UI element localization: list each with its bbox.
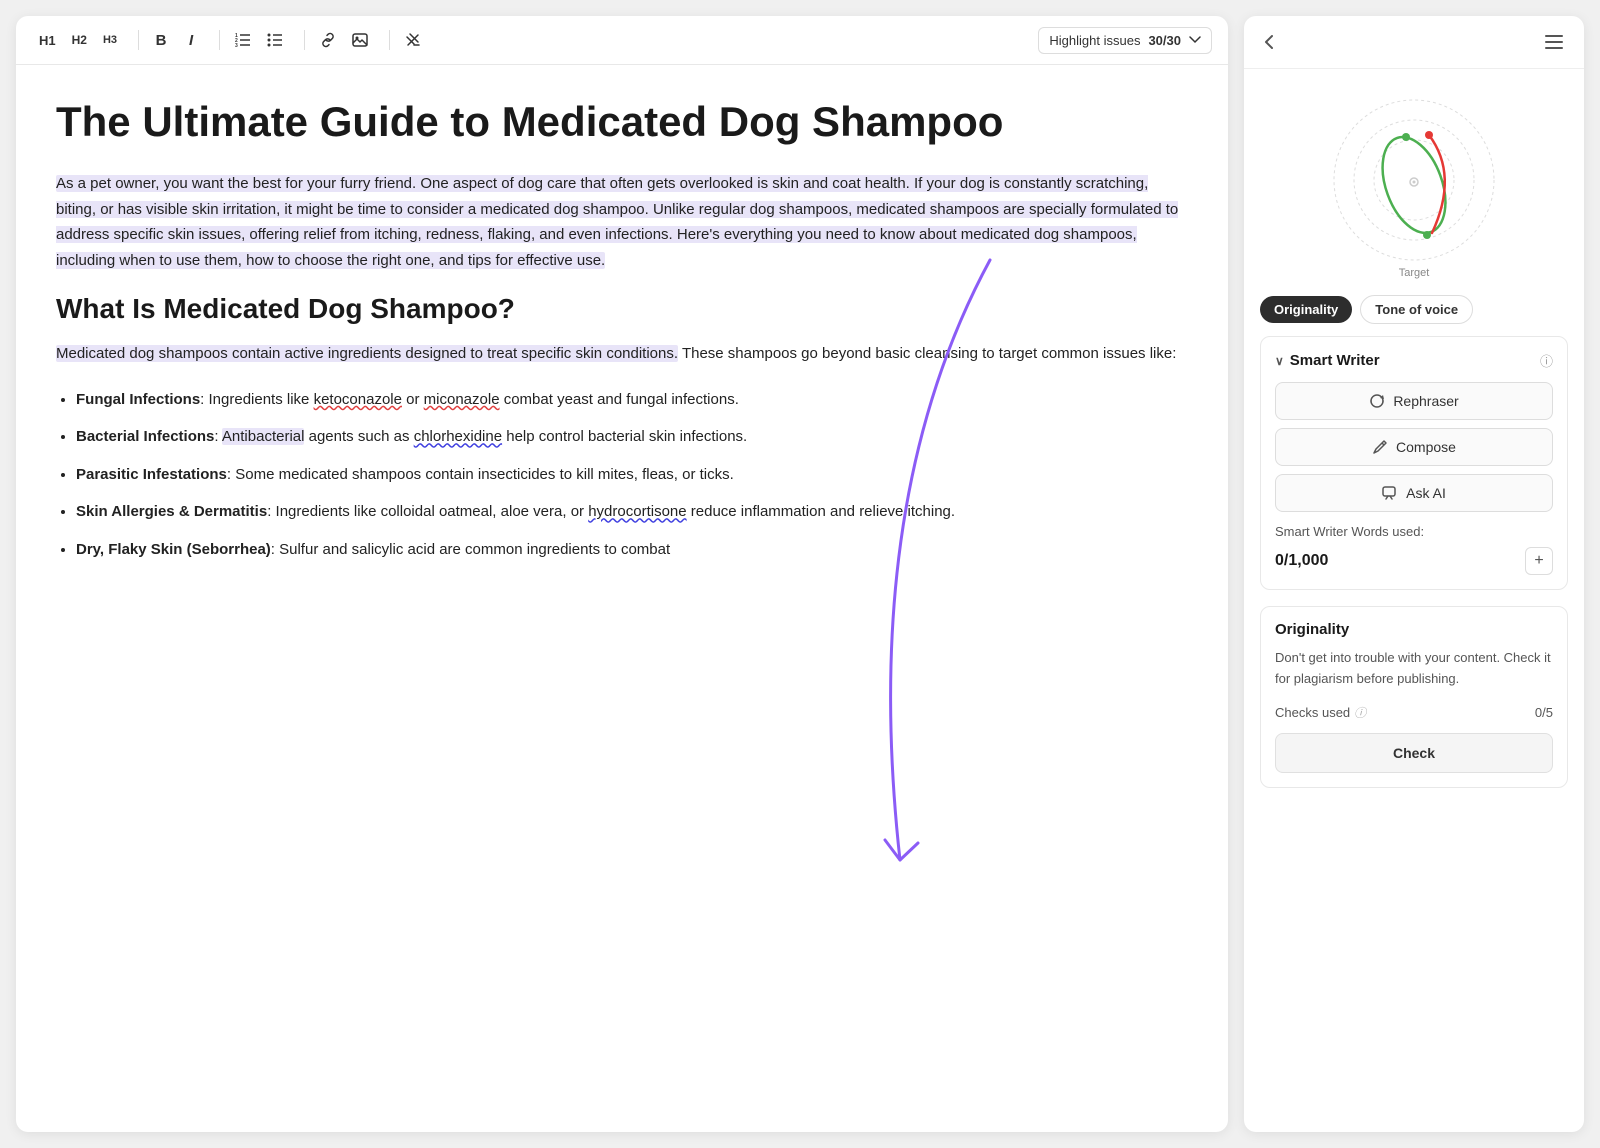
ordered-list-button[interactable]: 1 2 3 [228,26,258,54]
originality-card: Originality Don't get into trouble with … [1260,606,1568,788]
h2-button[interactable]: H2 [65,26,94,54]
originality-description: Don't get into trouble with your content… [1275,648,1553,690]
highlighted-text-1: As a pet owner, you want the best for yo… [56,175,1178,269]
smart-writer-title: ∨ Smart Writer [1275,352,1380,369]
tone-chart-area: Target [1244,69,1584,287]
heading-group: H1 H2 H3 [32,26,124,54]
tabs-row: Originality Tone of voice [1244,287,1584,336]
right-panel: Target Originality Tone of voice ∨ Smart… [1244,16,1584,1132]
list-item-dry-skin: Dry, Flaky Skin (Seborrhea): Sulfur and … [76,537,1188,563]
checks-row: Checks used ⓘ 0/5 [1275,704,1553,721]
list-item-bacterial: Bacterial Infections: Antibacterial agen… [76,424,1188,450]
words-counter-row: 0/1,000 + [1275,547,1553,575]
unordered-list-button[interactable] [260,26,290,54]
tab-originality[interactable]: Originality [1260,296,1352,323]
list-item-parasitic: Parasitic Infestations: Some medicated s… [76,462,1188,488]
toolbar: H1 H2 H3 B I 1 2 3 [16,16,1228,65]
add-words-button[interactable]: + [1525,547,1553,575]
smart-writer-header: ∨ Smart Writer ⓘ [1275,351,1553,370]
clear-format-button[interactable] [398,26,428,54]
highlighted-text-2: Medicated dog shampoos contain active in… [56,345,678,362]
originality-title: Originality [1275,621,1553,638]
rephraser-button[interactable]: Rephraser [1275,382,1553,420]
words-count: 0/1,000 [1275,552,1328,570]
link-button[interactable] [313,26,343,54]
right-panel-header [1244,16,1584,69]
toolbar-divider-2 [219,30,220,50]
toolbar-divider-4 [389,30,390,50]
compose-icon [1372,439,1388,455]
insert-group [313,26,375,54]
bold-button[interactable]: B [147,26,175,54]
toolbar-divider-3 [304,30,305,50]
h1-button[interactable]: H1 [32,26,63,54]
image-button[interactable] [345,26,375,54]
rephraser-icon [1369,393,1385,409]
highlight-label: Highlight issues [1049,33,1140,48]
expand-icon: ∨ [1275,354,1284,368]
section-1-continuation: These shampoos go beyond basic cleansing… [682,345,1176,362]
menu-button[interactable] [1540,30,1568,54]
tone-chart [1314,85,1514,265]
list-group: 1 2 3 [228,26,290,54]
intro-paragraph: As a pet owner, you want the best for yo… [56,171,1188,273]
format-group: B I [147,26,205,54]
section-1-paragraph: Medicated dog shampoos contain active in… [56,341,1188,367]
ask-ai-button[interactable]: Ask AI [1275,474,1553,512]
article-title: The Ultimate Guide to Medicated Dog Sham… [56,97,1188,147]
editor-panel: H1 H2 H3 B I 1 2 3 [16,16,1228,1132]
ask-ai-icon [1382,485,1398,501]
h3-button[interactable]: H3 [96,26,124,54]
toolbar-divider-1 [138,30,139,50]
highlight-dropdown[interactable]: Highlight issues 30/30 [1038,27,1212,54]
right-panel-content[interactable]: ∨ Smart Writer ⓘ Rephraser Compose [1244,336,1584,1132]
highlight-count: 30/30 [1148,33,1181,48]
conditions-list: Fungal Infections: Ingredients like keto… [56,387,1188,563]
compose-button[interactable]: Compose [1275,428,1553,466]
check-button[interactable]: Check [1275,733,1553,773]
editor-content[interactable]: The Ultimate Guide to Medicated Dog Sham… [16,65,1228,1132]
chevron-down-icon [1189,36,1201,44]
checks-info-icon[interactable]: ⓘ [1354,704,1366,721]
words-used-label: Smart Writer Words used: [1275,524,1553,539]
info-icon[interactable]: ⓘ [1540,351,1553,370]
back-button[interactable] [1260,30,1278,54]
target-label: Target [1399,267,1430,279]
list-item-allergies: Skin Allergies & Dermatitis: Ingredients… [76,499,1188,525]
checks-label: Checks used ⓘ [1275,704,1366,721]
tab-tone-of-voice[interactable]: Tone of voice [1360,295,1473,324]
checks-count: 0/5 [1535,705,1553,720]
smart-writer-card: ∨ Smart Writer ⓘ Rephraser Compose [1260,336,1568,590]
italic-button[interactable]: I [177,26,205,54]
svg-text:3: 3 [235,43,238,47]
section-heading-1: What Is Medicated Dog Shampoo? [56,293,1188,325]
list-item-fungal: Fungal Infections: Ingredients like keto… [76,387,1188,413]
